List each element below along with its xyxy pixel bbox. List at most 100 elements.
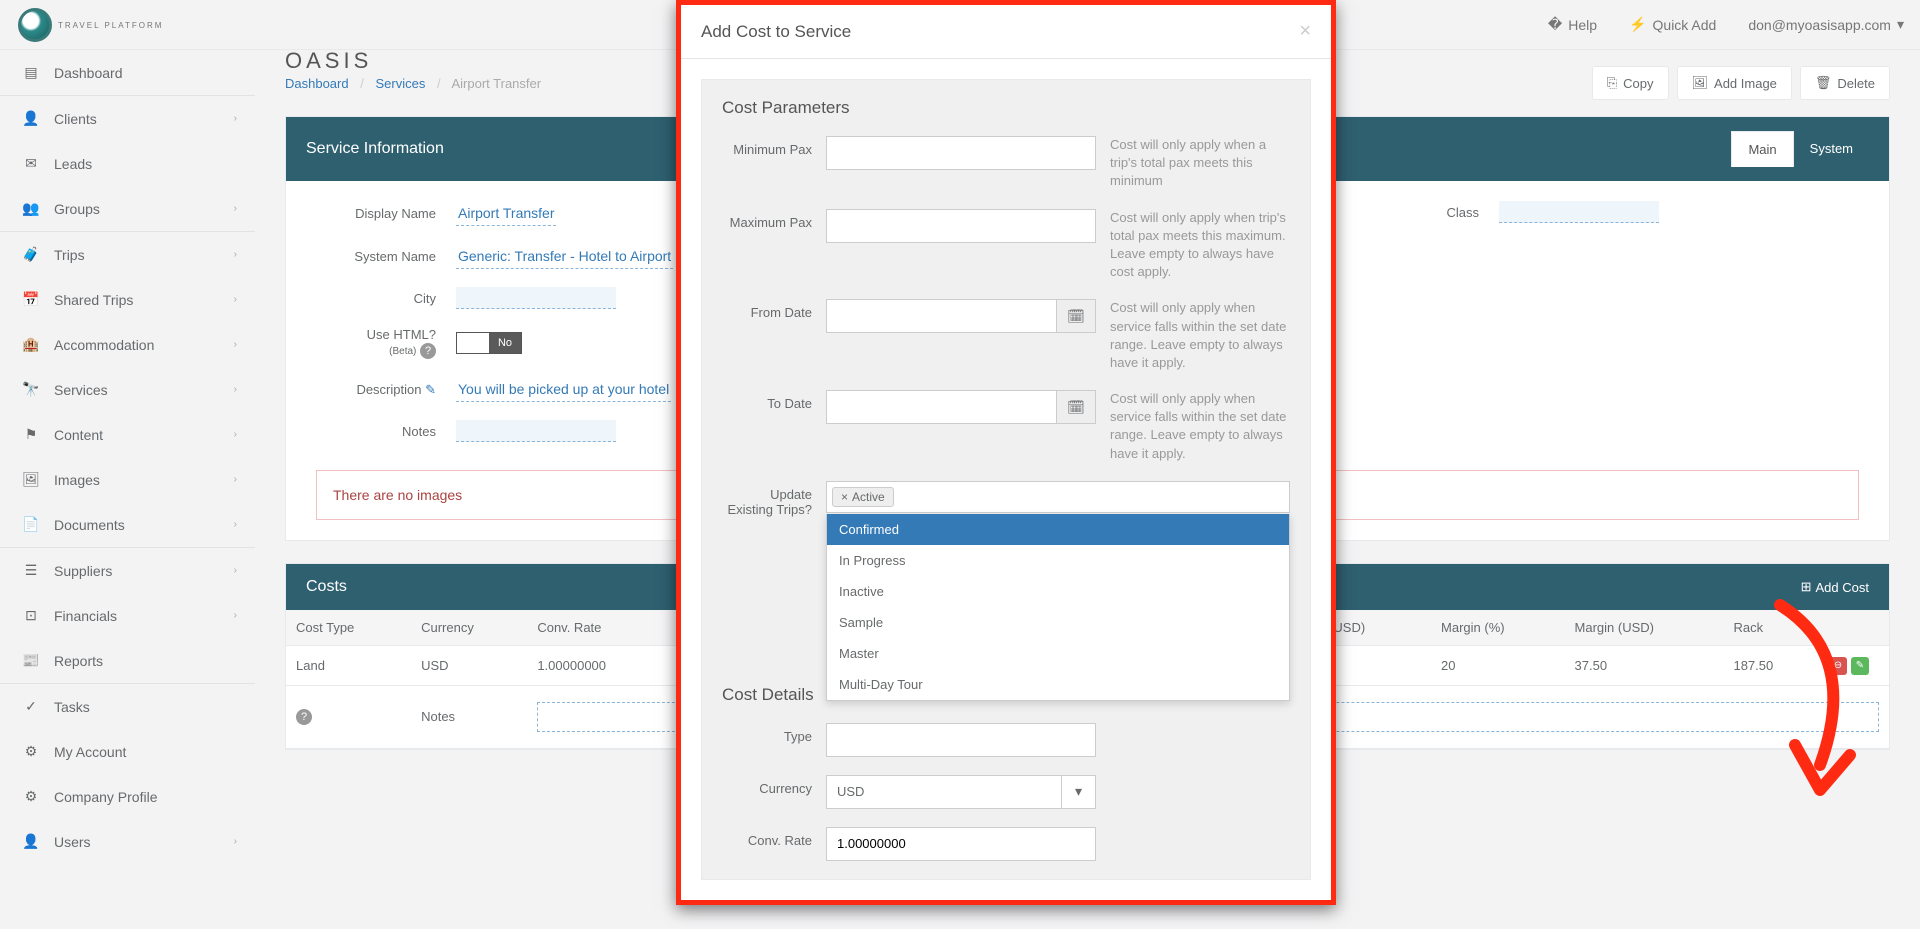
option-multi-day-tour[interactable]: Multi-Day Tour (827, 669, 1289, 700)
sidebar-item-clients[interactable]: 👤Clients› (0, 96, 255, 141)
label-description: Description ✎ (316, 382, 436, 398)
row-delete-button[interactable]: ⊖ (1829, 657, 1847, 675)
chevron-right-icon: › (234, 519, 237, 530)
tasks-icon: ✓ (20, 698, 42, 715)
sidebar-item-shared-trips[interactable]: 📅Shared Trips› (0, 277, 255, 322)
sidebar-item-dashboard[interactable]: ▤Dashboard (0, 50, 255, 95)
sidebar-item-label: Images (54, 472, 100, 488)
quick-add-link[interactable]: ⚡Quick Add (1613, 2, 1732, 47)
to-date-input[interactable] (826, 390, 1056, 424)
tab-system[interactable]: System (1794, 131, 1869, 167)
currency-select[interactable]: USD ▾ (826, 775, 1096, 809)
from-date-input[interactable] (826, 299, 1056, 333)
sidebar-item-company-profile[interactable]: ⚙Company Profile (0, 774, 255, 819)
row-edit-button[interactable]: ✎ (1851, 657, 1869, 675)
help-link[interactable]: �Help (1532, 2, 1613, 47)
chevron-right-icon: › (234, 113, 237, 124)
sidebar-item-users[interactable]: 👤 Users › (0, 819, 255, 864)
sidebar-item-leads[interactable]: ✉Leads (0, 141, 255, 186)
option-inactive[interactable]: Inactive (827, 576, 1289, 607)
option-confirmed[interactable]: Confirmed (827, 514, 1289, 545)
help-to-date: Cost will only apply when service falls … (1110, 390, 1290, 463)
chevron-right-icon: › (234, 249, 237, 260)
label-city: City (316, 291, 436, 306)
sidebar: ▤Dashboard👤Clients›✉Leads 👥 Groups › 🧳 Trips ›… (0, 50, 255, 929)
sidebar-item-reports[interactable]: 📰Reports (0, 638, 255, 683)
sidebar-item-trips[interactable]: 🧳 Trips › (0, 232, 255, 277)
delete-button[interactable]: 🗑Delete (1800, 66, 1890, 100)
company-profile-icon: ⚙ (20, 788, 42, 805)
help-icon[interactable]: ? (420, 343, 436, 359)
label-type: Type (722, 723, 812, 744)
sidebar-item-accommodation[interactable]: 🏨Accommodation› (0, 322, 255, 367)
sidebar-item-tasks[interactable]: ✓ Tasks (0, 684, 255, 729)
sidebar-item-label: Accommodation (54, 337, 154, 353)
sidebar-item-my-account[interactable]: ⚙My Account (0, 729, 255, 774)
tab-main[interactable]: Main (1731, 131, 1793, 167)
users-icon: 👤 (20, 833, 42, 850)
calendar-icon[interactable]: 🗓 (1056, 299, 1096, 333)
add-cost-button[interactable]: ⊞Add Cost (1801, 579, 1869, 595)
add-image-button[interactable]: 🖼Add Image (1677, 66, 1792, 100)
chevron-right-icon: › (234, 565, 237, 576)
chevron-right-icon: › (234, 474, 237, 485)
chevron-right-icon: › (234, 203, 237, 214)
lightning-icon: ⚡ (1629, 16, 1646, 33)
use-html-toggle[interactable]: No (456, 332, 522, 354)
close-icon[interactable]: × (1299, 20, 1311, 43)
option-sample[interactable]: Sample (827, 607, 1289, 638)
tag-active[interactable]: ×Active (832, 487, 894, 507)
description-field[interactable]: You will be picked up at your hotel (456, 377, 671, 402)
breadcrumb-dashboard[interactable]: Dashboard (285, 76, 349, 91)
sidebar-item-label: Trips (54, 247, 85, 263)
min-pax-input[interactable] (826, 136, 1096, 170)
sidebar-item-services[interactable]: 🔭Services› (0, 367, 255, 412)
display-name-field[interactable]: Airport Transfer (456, 201, 556, 226)
system-name-field[interactable]: Generic: Transfer - Hotel to Airport (456, 244, 673, 269)
chevron-right-icon: › (234, 610, 237, 621)
copy-button[interactable]: ⎘Copy (1592, 66, 1669, 100)
remove-tag-icon[interactable]: × (841, 490, 848, 504)
help-max-pax: Cost will only apply when trip's total p… (1110, 209, 1290, 282)
sidebar-item-financials[interactable]: ⊡Financials› (0, 593, 255, 638)
help-icon[interactable]: ? (296, 709, 312, 725)
update-existing-multiselect[interactable]: ×Active ConfirmedIn ProgressInactiveSamp… (826, 481, 1290, 513)
label-update-existing: Update Existing Trips? (722, 481, 812, 517)
sidebar-item-content[interactable]: ⚑Content› (0, 412, 255, 457)
sidebar-item-label: Groups (54, 201, 100, 217)
sidebar-item-groups[interactable]: 👥 Groups › (0, 186, 255, 231)
sidebar-item-documents[interactable]: 📄Documents› (0, 502, 255, 547)
conv-rate-input[interactable] (826, 827, 1096, 861)
option-master[interactable]: Master (827, 638, 1289, 669)
trips-icon: 🧳 (20, 246, 42, 263)
sidebar-item-label: My Account (54, 744, 126, 760)
clients-icon: 👤 (20, 110, 42, 127)
calendar-icon[interactable]: 🗓 (1056, 390, 1096, 424)
option-in-progress[interactable]: In Progress (827, 545, 1289, 576)
label-notes: Notes (316, 424, 436, 439)
edit-icon[interactable]: ✎ (425, 382, 436, 397)
type-select[interactable] (826, 723, 1096, 757)
sidebar-item-label: Users (54, 834, 91, 850)
sidebar-item-label: Services (54, 382, 108, 398)
logo[interactable]: OASIS TRAVEL PLATFORM (18, 8, 163, 42)
breadcrumb: Dashboard / Services / Airport Transfer (285, 76, 541, 91)
breadcrumb-services[interactable]: Services (375, 76, 425, 91)
sidebar-item-suppliers[interactable]: ☰Suppliers› (0, 548, 255, 593)
class-field[interactable] (1499, 201, 1659, 223)
sidebar-item-label: Documents (54, 517, 125, 533)
notes-field[interactable] (456, 420, 616, 442)
user-menu[interactable]: don@myoasisapp.com ▾ (1732, 2, 1920, 47)
max-pax-input[interactable] (826, 209, 1096, 243)
sidebar-item-images[interactable]: 🖼Images› (0, 457, 255, 502)
page-actions: ⎘Copy 🖼Add Image 🗑Delete (1592, 66, 1890, 100)
chevron-right-icon: › (234, 836, 237, 847)
plus-icon: ⊞ (1801, 579, 1812, 595)
sidebar-item-label: Tasks (54, 699, 90, 715)
col-conv-rate: Conv. Rate (527, 610, 669, 646)
groups-icon: 👥 (20, 200, 42, 217)
city-field[interactable] (456, 287, 616, 309)
trash-icon: 🗑 (1815, 75, 1832, 91)
label-conv-rate: Conv. Rate (722, 827, 812, 848)
label-use-html: Use HTML? (Beta) ? (316, 327, 436, 359)
